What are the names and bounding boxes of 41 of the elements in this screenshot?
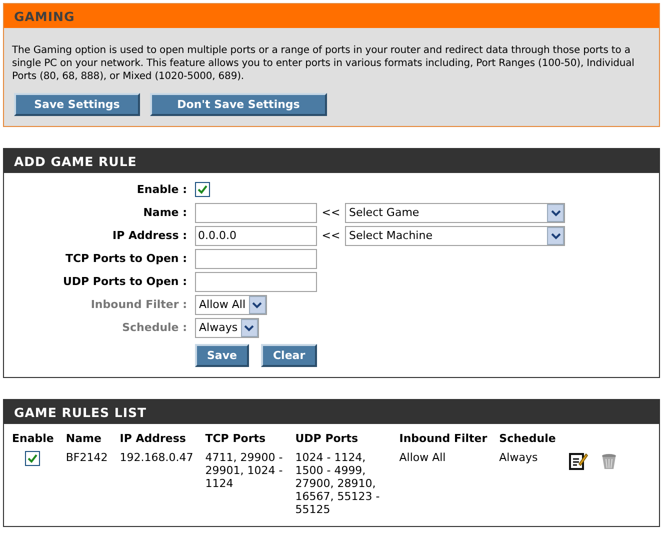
text-field[interactable]: 0.0.0.0 xyxy=(195,226,317,246)
column-header: Name xyxy=(64,432,102,447)
field-label: UDP Ports to Open : xyxy=(62,275,188,288)
text-field[interactable] xyxy=(195,248,317,268)
field-label: Schedule : xyxy=(121,321,188,334)
column-header: Inbound Filter xyxy=(398,432,488,447)
column-header: IP Address xyxy=(118,432,187,447)
dropdown[interactable]: Select Machine xyxy=(345,226,565,246)
settings-button[interactable]: Save Settings xyxy=(14,93,140,116)
description-text: The Gaming option is used to open multiple ports or a range of ports in your router and redirect data through those ports to a single PC on your network. This feature allows you to enter ports in various formats including, Port Ranges (100-50), Individual Ports (80, 68, 888), or Mixed (1020-5000, 689). xyxy=(12,44,636,83)
panel-title: GAMING xyxy=(14,8,75,24)
column-header: Enable xyxy=(11,432,55,447)
column-header: UDP Ports xyxy=(294,432,360,447)
table-cell: 1024 - 1124, 1500 - 4999, 27900, 28910, 16567, 55123 - 55125 xyxy=(295,451,380,516)
table-cell: 192.168.0.47 xyxy=(120,451,194,464)
column-header: TCP Ports xyxy=(204,432,267,447)
dropdown[interactable]: Allow All xyxy=(195,294,266,314)
table-cell: Allow All xyxy=(399,451,446,464)
table-cell: Always xyxy=(499,451,538,464)
edit-icon[interactable] xyxy=(568,451,588,471)
row-enable-checkbox[interactable] xyxy=(25,451,40,466)
panel-title: ADD GAME RULE xyxy=(14,154,137,168)
dropdown[interactable]: Always xyxy=(195,318,259,338)
text-field[interactable] xyxy=(195,272,317,292)
settings-button[interactable]: Don't Save Settings xyxy=(150,93,327,116)
column-header: Schedule xyxy=(498,432,557,447)
copy-arrow-text: << xyxy=(320,206,342,219)
field-label: IP Address : xyxy=(112,229,188,242)
panel-title: GAME RULES LIST xyxy=(14,404,147,420)
form-button[interactable]: Clear xyxy=(260,344,318,367)
dropdown[interactable]: Select Game xyxy=(345,202,565,222)
field-label: Name : xyxy=(142,206,188,219)
field-label: Enable : xyxy=(136,183,188,196)
table-cell: 4711, 29900 - 29901, 1024 - 1124 xyxy=(205,451,283,490)
form-button[interactable]: Save xyxy=(195,344,249,367)
text-field[interactable] xyxy=(195,202,317,222)
field-label: TCP Ports to Open : xyxy=(64,252,188,265)
field-label: Inbound Filter : xyxy=(90,298,188,311)
table-cell: BF2142 xyxy=(66,451,108,464)
enable-checkbox[interactable] xyxy=(195,182,210,197)
copy-arrow-text: << xyxy=(320,229,342,242)
